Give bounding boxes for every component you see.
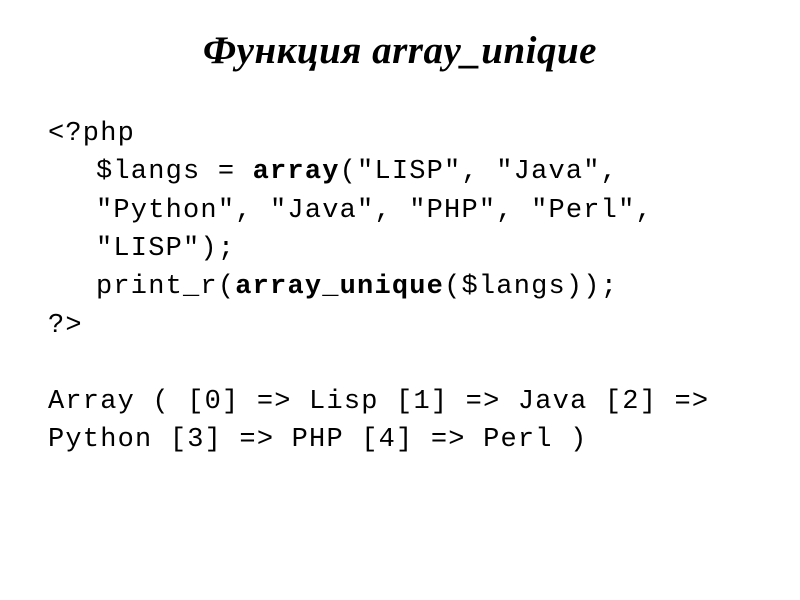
code-block: <?php $langs = array("LISP", "Java", "Py… [48,115,752,460]
php-open-tag: <?php [48,115,752,153]
code-keyword-array: array [253,157,340,187]
output-result: Array ( [0] => Lisp [1] => Java [2] => P… [48,383,752,460]
php-close-tag: ?> [48,307,752,345]
slide-title: Функция array_unique [48,28,752,73]
code-text: $langs = [96,157,253,187]
array-declaration: $langs = array("LISP", "Java", "Python",… [48,153,752,268]
print-statement: print_r(array_unique($langs)); [48,268,752,306]
code-text: print_r( [96,272,235,302]
spacer [48,345,752,383]
code-keyword-array-unique: array_unique [235,272,444,302]
code-text: ($langs)); [444,272,618,302]
